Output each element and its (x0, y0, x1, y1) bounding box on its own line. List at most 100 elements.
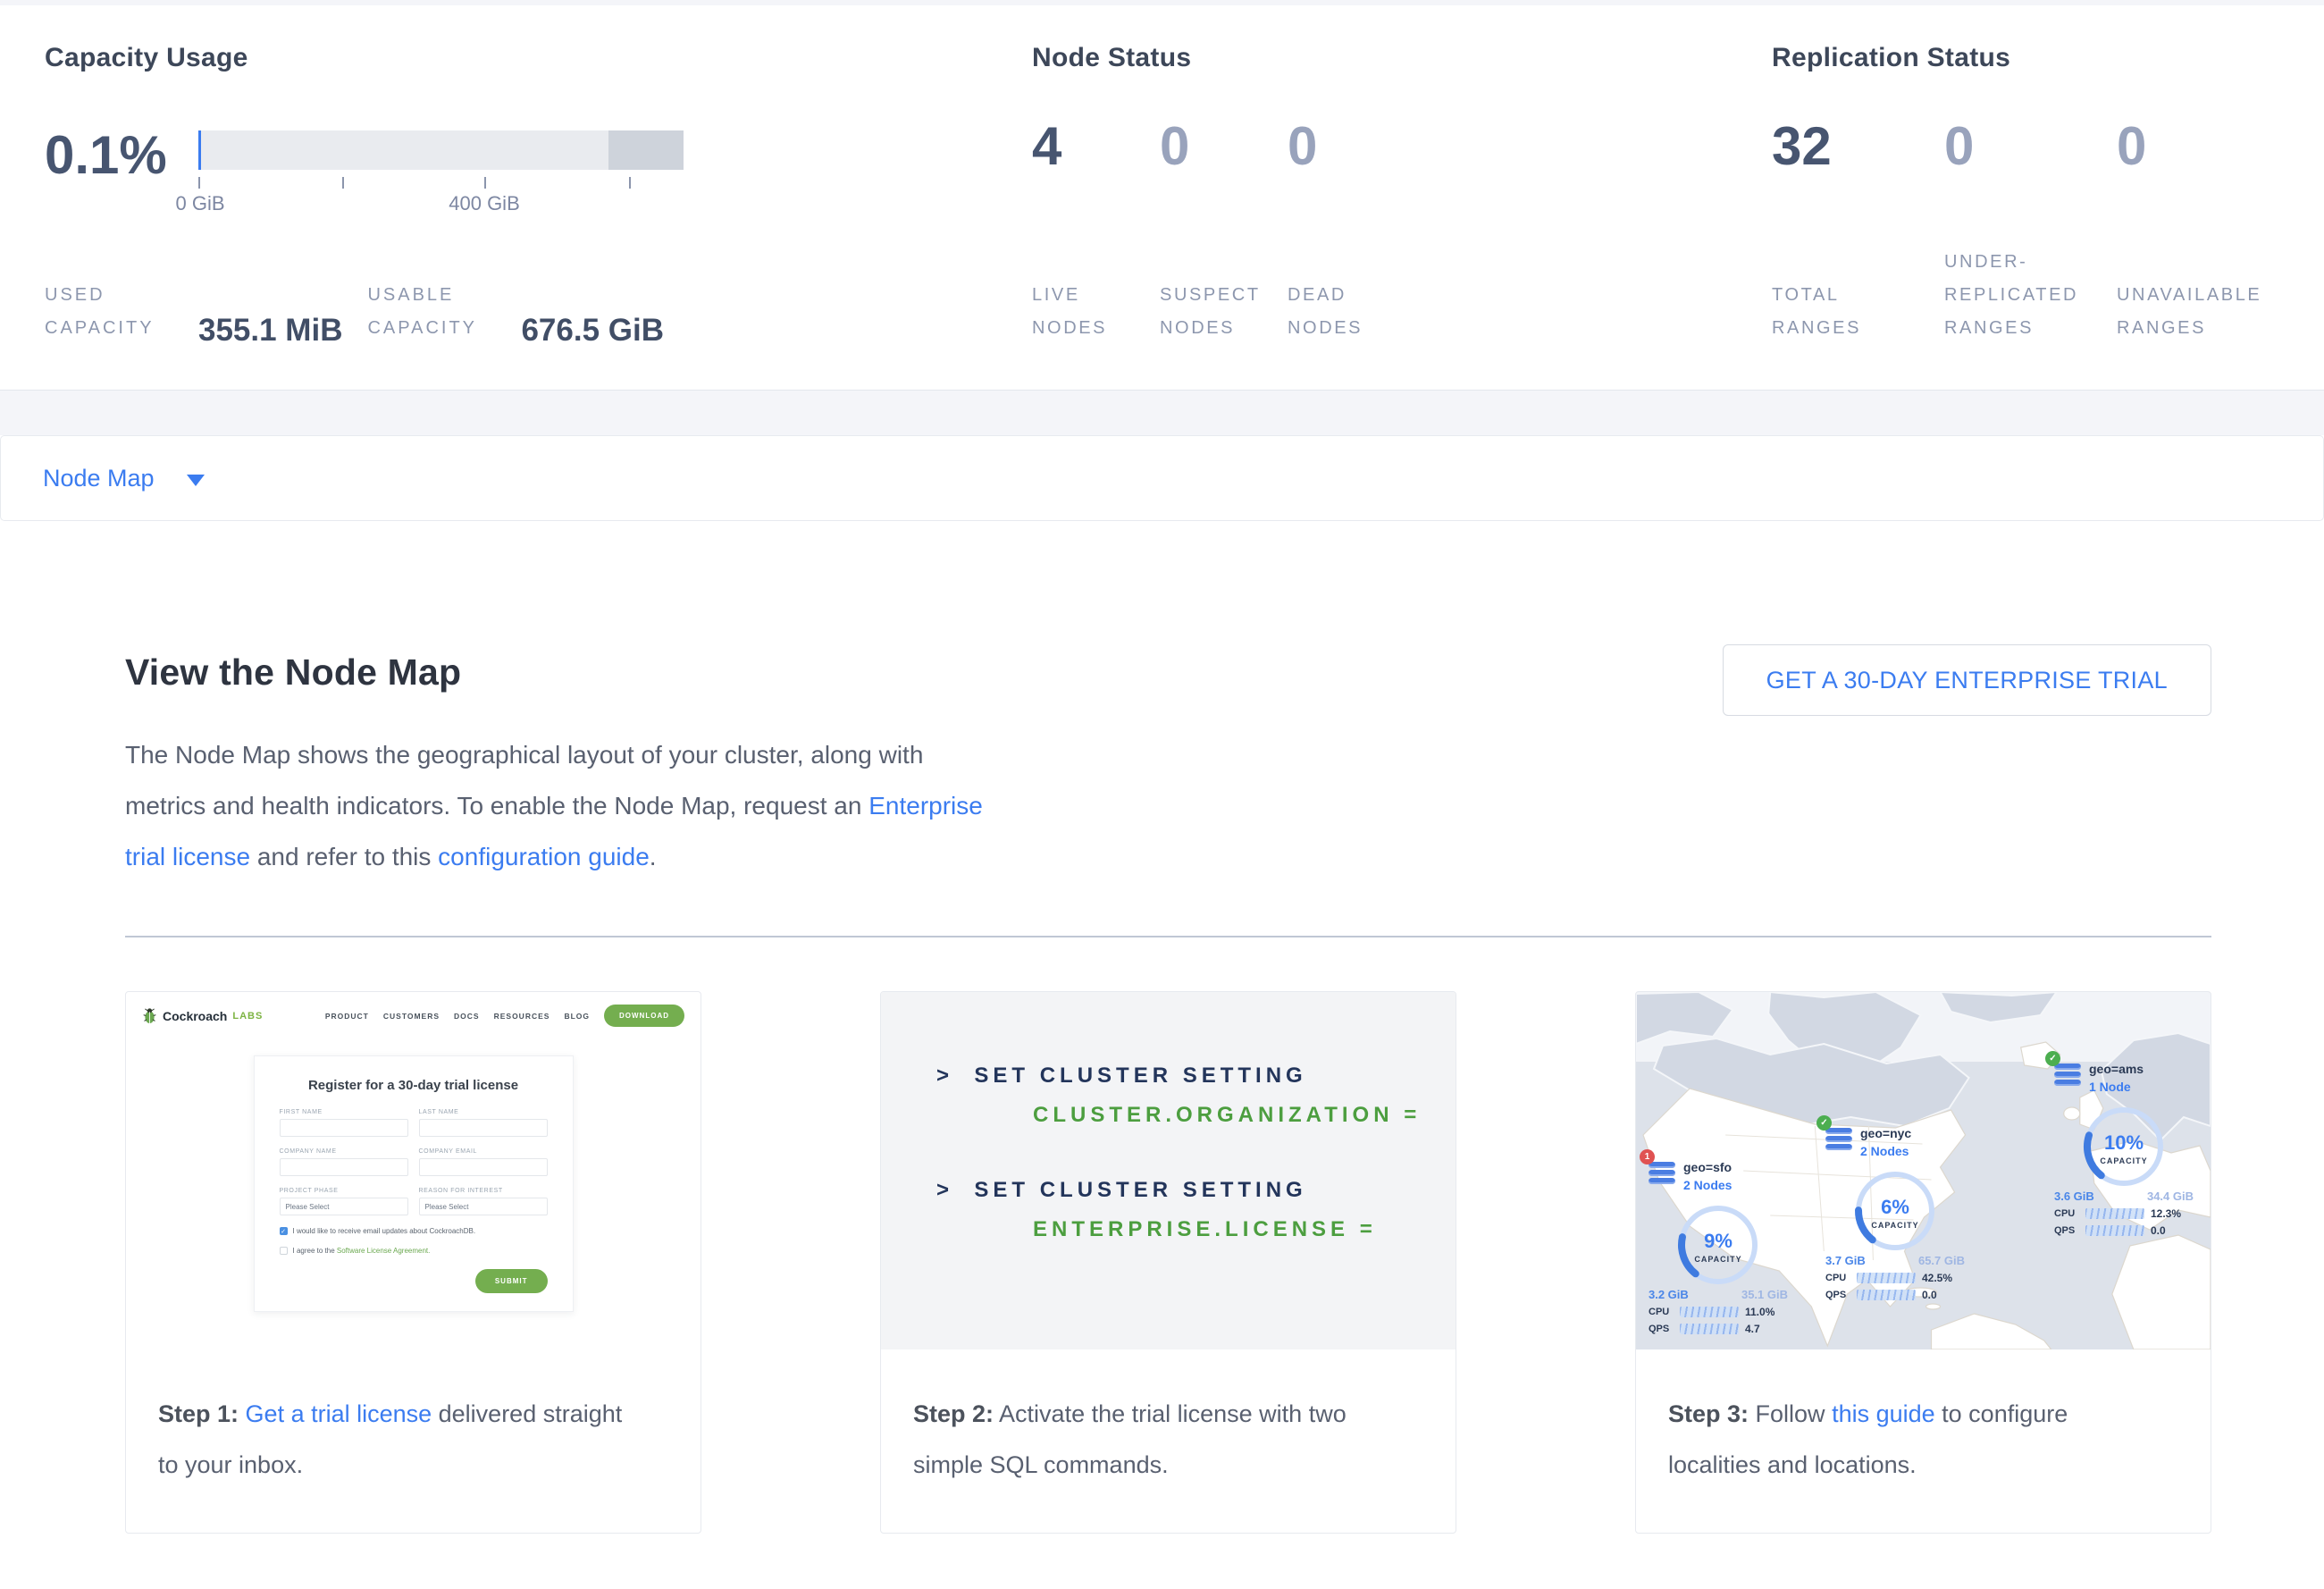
suspect-nodes-cell: 0 SUSPECT NODES (1160, 120, 1288, 345)
qps-stat-row: QPS 4.7 (1649, 1323, 1788, 1335)
text-input-image (419, 1158, 548, 1176)
used-capacity-value: 355.1 MiB (198, 313, 342, 349)
usable-capacity-value: 676.5 GiB (521, 313, 664, 349)
database-icon: ✓ (1825, 1128, 1852, 1153)
trial-register-form-image: Register for a 30-day trial license FIRS… (254, 1055, 574, 1312)
locality-header: ✓ geo=ams 1 Node (2054, 1060, 2194, 1097)
total-ranges-label: TOTAL RANGES (1772, 279, 1944, 345)
step2-sql-snippet: > SET CLUSTER SETTING CLUSTER.ORGANIZATI… (881, 992, 1456, 1349)
step1-screenshot: Cockroach LABS PRODUCT CUSTOMERS DOCS RE… (126, 992, 701, 1349)
form-title: Register for a 30-day trial license (280, 1078, 548, 1093)
capacity-label: CAPACITY (1694, 1255, 1741, 1264)
capacity-percent: 10% (2104, 1131, 2144, 1155)
cluster-summary-bar: Capacity Usage 0.1% 0 GiB (0, 5, 2324, 391)
license-agreement-link-image: Software License Agreement. (337, 1247, 431, 1255)
under-replicated-ranges-cell: 0 UNDER- REPLICATED RANGES (1944, 120, 2117, 345)
enterprise-trial-license-link[interactable]: trial license (125, 843, 250, 870)
suspect-nodes-label: SUSPECT NODES (1160, 279, 1288, 345)
view-selector-dropdown[interactable]: Node Map (0, 435, 2324, 521)
capacity-gauge-ring: 9% CAPACITY (1675, 1202, 1761, 1288)
sql-setting-line: CLUSTER.ORGANIZATION = (1033, 1103, 1456, 1128)
total-ranges-cell: 32 TOTAL RANGES (1772, 120, 1944, 345)
locality-labels: geo=sfo 2 Nodes (1683, 1158, 1732, 1195)
cpu-label: CPU (1649, 1307, 1674, 1317)
locality-header: ✓ geo=nyc 2 Nodes (1825, 1124, 1965, 1161)
capacity-bar-nonusable-segment (608, 130, 684, 170)
capacity-range: 3.2 GiB 35.1 GiB (1649, 1288, 1788, 1301)
live-nodes-label: LIVE NODES (1032, 279, 1160, 345)
dead-nodes-count: 0 (1288, 120, 1415, 173)
mini-site-nav: PRODUCT CUSTOMERS DOCS RESOURCES BLOG DO… (325, 1005, 684, 1027)
submit-row: SUBMIT (280, 1269, 548, 1293)
dead-nodes-label: DEAD NODES (1288, 279, 1415, 345)
chevron-down-icon (187, 475, 205, 486)
this-guide-link[interactable]: this guide (1832, 1400, 1935, 1427)
get-enterprise-trial-button[interactable]: GET A 30-DAY ENTERPRISE TRIAL (1723, 644, 2211, 716)
submit-button-image: SUBMIT (475, 1269, 548, 1293)
step1-card: Cockroach LABS PRODUCT CUSTOMERS DOCS RE… (125, 991, 701, 1534)
database-icon: 1 (1649, 1162, 1675, 1187)
node-status-title: Node Status (1032, 43, 1772, 73)
field-label: LAST NAME (419, 1109, 548, 1115)
form-field: PROJECT PHASE Please Select (280, 1188, 408, 1215)
used-capacity-metric: USED CAPACITY 355.1 MiB (45, 279, 342, 345)
step3-node-map-preview: 1 geo=sfo 2 Nodes (1636, 992, 2211, 1349)
nav-item: PRODUCT (325, 1012, 369, 1021)
nav-item: RESOURCES (494, 1012, 550, 1021)
tick-mark (342, 177, 344, 189)
select-input-image: Please Select (280, 1198, 408, 1215)
field-label: COMPANY EMAIL (419, 1148, 548, 1155)
cpu-stat-row: CPU 12.3% (2054, 1207, 2194, 1220)
node-locality-sfo: 1 geo=sfo 2 Nodes (1649, 1158, 1788, 1335)
logo-suffix: LABS (232, 1011, 263, 1022)
capacity-bar-used-segment (198, 130, 201, 170)
replication-status-cells: 32 TOTAL RANGES 0 UNDER- REPLICATED RANG… (1772, 120, 2324, 345)
intro-text-block: View the Node Map The Node Map shows the… (125, 652, 983, 882)
checkbox-label: I agree to the Software License Agreemen… (293, 1247, 431, 1255)
cpu-label: CPU (1825, 1273, 1850, 1283)
intro-text: metrics and health indicators. To enable… (125, 792, 868, 820)
step3-caption: Step 3: Follow this guide to configure l… (1636, 1349, 2211, 1491)
used-capacity-label: USED CAPACITY (45, 279, 175, 345)
enterprise-trial-license-link[interactable]: Enterprise (868, 792, 983, 820)
text-input-image (280, 1158, 408, 1176)
dead-nodes-cell: 0 DEAD NODES (1288, 120, 1415, 345)
cockroach-logo-icon (142, 1007, 157, 1024)
qps-value: 0.0 (1922, 1289, 1937, 1301)
trial-steps-cards: Cockroach LABS PRODUCT CUSTOMERS DOCS RE… (0, 937, 2324, 1534)
healthy-check-icon: ✓ (1816, 1115, 1832, 1131)
qps-label: QPS (1825, 1290, 1850, 1300)
capacity-percent: 6% (1881, 1196, 1909, 1219)
checkbox-label: I would like to receive email updates ab… (293, 1227, 476, 1235)
form-field: LAST NAME (419, 1109, 548, 1137)
field-label: COMPANY NAME (280, 1148, 408, 1155)
capacity-usage-section: Capacity Usage 0.1% 0 GiB (45, 43, 1032, 345)
cpu-value: 42.5% (1922, 1272, 1952, 1284)
live-nodes-count: 4 (1032, 120, 1160, 173)
qps-sparkline (2085, 1225, 2144, 1236)
node-map-intro: View the Node Map The Node Map shows the… (0, 521, 2324, 882)
form-field: COMPANY NAME (280, 1148, 408, 1176)
capacity-total: 34.4 GiB (2147, 1190, 2194, 1203)
qps-sparkline (1680, 1324, 1739, 1334)
qps-stat-row: QPS 0.0 (1825, 1289, 1965, 1301)
nav-item: CUSTOMERS (383, 1012, 440, 1021)
form-field: REASON FOR INTEREST Please Select (419, 1188, 548, 1215)
qps-label: QPS (2054, 1225, 2079, 1236)
form-field: FIRST NAME (280, 1109, 408, 1137)
replication-status-title: Replication Status (1772, 43, 2324, 73)
sql-setting-line: ENTERPRISE.LICENSE = (1033, 1217, 1456, 1242)
cockroach-labs-logo: Cockroach LABS (142, 1007, 263, 1024)
capacity-metrics: USED CAPACITY 355.1 MiB USABLE CAPACITY … (45, 279, 1032, 345)
cpu-sparkline (2085, 1208, 2144, 1219)
node-locality-ams: ✓ geo=ams 1 Node (2054, 1060, 2194, 1237)
tick-label-400: 400 GiB (449, 192, 520, 215)
node-status-section: Node Status 4 LIVE NODES 0 SUSPECT NODES (1032, 43, 1772, 345)
locality-name: geo=nyc (1860, 1124, 1911, 1142)
cpu-sparkline (1857, 1273, 1916, 1283)
capacity-bar-track (198, 130, 684, 170)
get-trial-license-link[interactable]: Get a trial license (246, 1400, 432, 1427)
configuration-guide-link[interactable]: configuration guide (438, 843, 650, 870)
capacity-gauge-ring: 10% CAPACITY (2081, 1104, 2167, 1190)
license-agreement-checkbox-row: I agree to the Software License Agreemen… (280, 1247, 548, 1255)
